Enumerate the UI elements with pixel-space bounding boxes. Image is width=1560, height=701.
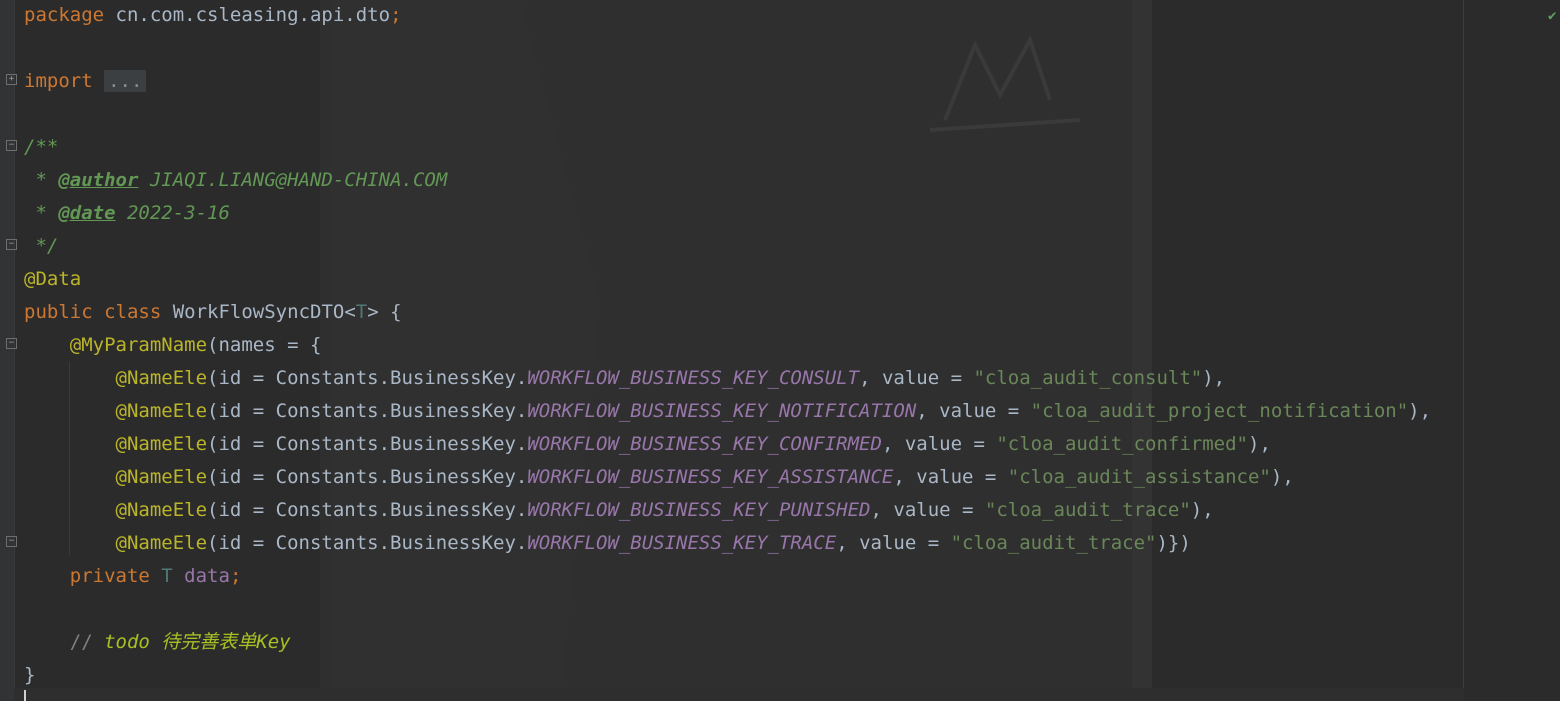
fold-collapse-icon[interactable]: −: [6, 140, 17, 151]
closing: ),: [1248, 433, 1271, 455]
code-line: package cn.com.csleasing.api.dto;: [24, 0, 402, 33]
args: (id = Constants.BusinessKey.: [207, 499, 528, 521]
value-assign: , value =: [859, 367, 974, 389]
code-line: // todo 待完善表单Key: [24, 627, 291, 660]
javadoc-text: 2022-3-16: [115, 202, 230, 224]
check-icon[interactable]: ✔: [1548, 8, 1556, 24]
type-parameter: T: [149, 565, 173, 587]
field-name: data: [172, 565, 230, 587]
javadoc-star: *: [24, 169, 59, 191]
keyword: package: [24, 4, 105, 26]
value-assign: , value =: [870, 499, 985, 521]
code-line: public class WorkFlowSyncDTO<T> {: [24, 297, 402, 330]
closing: ),: [1270, 466, 1294, 488]
folded-imports[interactable]: ...: [104, 70, 147, 92]
string-literal: "cloa_audit_consult": [973, 367, 1203, 389]
right-margin-guide: [1463, 0, 1464, 701]
code-line: * @date 2022-3-16: [24, 198, 230, 231]
text-caret: [24, 690, 26, 701]
type-parameter: T: [355, 301, 368, 323]
annotation: @NameEle: [115, 499, 208, 521]
closing: ),: [1202, 367, 1226, 389]
name-ele-line: @NameEle(id = Constants.BusinessKey.WORK…: [24, 528, 1191, 561]
args: (id = Constants.BusinessKey.: [207, 433, 528, 455]
name-ele-line: @NameEle(id = Constants.BusinessKey.WORK…: [24, 396, 1432, 429]
semicolon: ;: [390, 4, 402, 26]
code-line: * @author JIAQI.LIANG@HAND-CHINA.COM: [24, 165, 447, 198]
constant: WORKFLOW_BUSINESS_KEY_ASSISTANCE: [527, 466, 894, 488]
annotation: @NameEle: [115, 466, 208, 488]
fold-end-icon[interactable]: −: [6, 536, 17, 547]
string-literal: "cloa_audit_trace": [950, 532, 1157, 554]
javadoc-star: *: [24, 202, 59, 224]
annotation: @NameEle: [115, 400, 208, 422]
javadoc-tag: @author: [58, 169, 139, 191]
javadoc-close: */: [24, 235, 59, 257]
class-name: WorkFlowSyncDTO<: [161, 301, 356, 323]
annotation: @NameEle: [115, 532, 208, 554]
keyword: private: [69, 565, 150, 587]
string-literal: "cloa_audit_confirmed": [996, 433, 1248, 455]
constant: WORKFLOW_BUSINESS_KEY_NOTIFICATION: [527, 400, 917, 422]
fold-expand-icon[interactable]: +: [6, 74, 17, 85]
string-literal: "cloa_audit_project_notification": [1030, 400, 1409, 422]
keyword: public: [24, 301, 93, 323]
closing: ),: [1408, 400, 1432, 422]
name-ele-line: @NameEle(id = Constants.BusinessKey.WORK…: [24, 363, 1226, 396]
value-assign: , value =: [916, 400, 1031, 422]
name-ele-line: @NameEle(id = Constants.BusinessKey.WORK…: [24, 429, 1271, 462]
args: (id = Constants.BusinessKey.: [207, 400, 528, 422]
value-assign: , value =: [836, 532, 951, 554]
constant: WORKFLOW_BUSINESS_KEY_CONSULT: [527, 367, 860, 389]
fold-collapse-icon[interactable]: −: [6, 338, 17, 349]
name-ele-line: @NameEle(id = Constants.BusinessKey.WORK…: [24, 462, 1294, 495]
package-name: cn.com.csleasing.api.dto: [104, 4, 391, 26]
closing: )}): [1156, 532, 1191, 554]
class-brace: > {: [367, 301, 402, 323]
comment: //: [69, 631, 105, 653]
constant: WORKFLOW_BUSINESS_KEY_TRACE: [527, 532, 837, 554]
javadoc-text: JIAQI.LIANG@HAND-CHINA.COM: [138, 169, 448, 191]
todo-comment: todo 待完善表单Key: [104, 631, 291, 653]
constant: WORKFLOW_BUSINESS_KEY_CONFIRMED: [527, 433, 882, 455]
code-line: import ...: [24, 66, 147, 99]
args: (id = Constants.BusinessKey.: [207, 532, 528, 554]
annotation-args: (names = {: [207, 334, 322, 356]
fold-end-icon[interactable]: −: [6, 239, 17, 250]
keyword: import: [24, 70, 93, 92]
constant: WORKFLOW_BUSINESS_KEY_PUNISHED: [527, 499, 871, 521]
annotation: @NameEle: [115, 433, 208, 455]
args: (id = Constants.BusinessKey.: [207, 466, 528, 488]
annotation: @MyParamName: [69, 334, 208, 356]
semicolon: ;: [229, 565, 242, 587]
name-ele-line: @NameEle(id = Constants.BusinessKey.WORK…: [24, 495, 1214, 528]
code-line: @Data: [24, 264, 81, 297]
class-close-brace: }: [24, 664, 36, 686]
closing: ),: [1190, 499, 1214, 521]
string-literal: "cloa_audit_trace": [984, 499, 1191, 521]
code-line: /**: [24, 132, 58, 165]
horizontal-scrollbar[interactable]: [14, 688, 1464, 701]
javadoc-tag: @date: [58, 202, 116, 224]
annotation: @NameEle: [115, 367, 208, 389]
string-literal: "cloa_audit_assistance": [1007, 466, 1271, 488]
code-line: @MyParamName(names = {: [24, 330, 322, 363]
javadoc-open: /**: [24, 136, 59, 158]
annotation: @Data: [24, 268, 82, 290]
editor-gutter: [0, 0, 15, 701]
code-line: */: [24, 231, 58, 264]
value-assign: , value =: [893, 466, 1008, 488]
keyword: class: [104, 301, 162, 323]
value-assign: , value =: [881, 433, 997, 455]
code-line: private T data;: [24, 561, 242, 594]
args: (id = Constants.BusinessKey.: [207, 367, 528, 389]
